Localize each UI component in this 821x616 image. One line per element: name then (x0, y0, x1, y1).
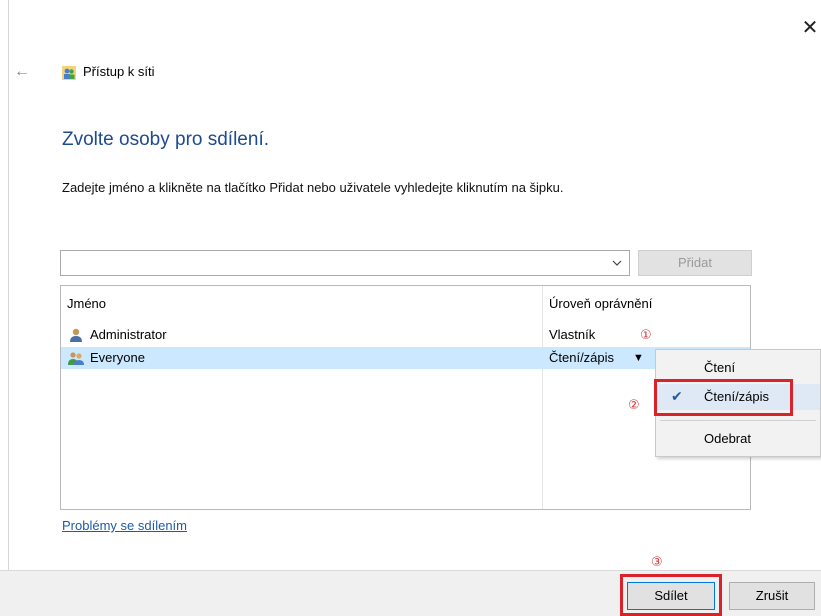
menu-separator (660, 420, 816, 421)
share-dialog: ✕ ← Přístup k síti Zvolte osoby pro sdíl… (0, 0, 821, 616)
dialog-left-border (8, 0, 9, 570)
cancel-button[interactable]: Zrušit (729, 582, 815, 610)
step-1-marker: ① (640, 327, 652, 342)
highlight-share (620, 574, 722, 616)
column-header-permission[interactable]: Úroveň oprávnění (549, 296, 652, 311)
users-group-icon (68, 352, 84, 365)
add-button[interactable]: Přidat (638, 250, 752, 276)
highlight-read-write (654, 379, 793, 416)
close-icon[interactable]: ✕ (800, 18, 820, 38)
menu-item-read[interactable]: Čtení (656, 355, 820, 381)
step-3-marker: ③ (651, 554, 663, 569)
user-name-combobox[interactable] (60, 250, 630, 276)
step-2-marker: ② (628, 397, 640, 412)
permissions-list: Jméno Úroveň oprávnění Administrator Vla… (60, 285, 751, 510)
instruction-text: Zadejte jméno a klikněte na tlačítko Při… (62, 180, 564, 195)
chevron-down-icon[interactable] (607, 253, 627, 273)
row-name: Everyone (90, 350, 145, 365)
menu-item-remove[interactable]: Odebrat (656, 426, 820, 452)
column-separator (542, 286, 543, 509)
back-arrow-icon[interactable]: ← (14, 62, 38, 82)
sharing-problems-link[interactable]: Problémy se sdílením (62, 518, 187, 533)
column-header-name[interactable]: Jméno (67, 296, 106, 311)
menu-item-label: Odebrat (704, 431, 751, 446)
network-users-icon (62, 66, 76, 80)
permission-dropdown[interactable]: Čtení/zápis (549, 350, 614, 365)
dropdown-triangle-icon[interactable]: ▼ (633, 350, 644, 366)
window-title: Přístup k síti (83, 64, 155, 79)
user-icon (70, 328, 82, 342)
table-row-selected[interactable]: Everyone Čtení/zápis ▼ (61, 347, 750, 369)
menu-item-label: Čtení (704, 360, 736, 375)
page-heading: Zvolte osoby pro sdílení. (62, 129, 269, 150)
row-permission: Vlastník (549, 327, 596, 342)
row-name: Administrator (90, 327, 167, 342)
